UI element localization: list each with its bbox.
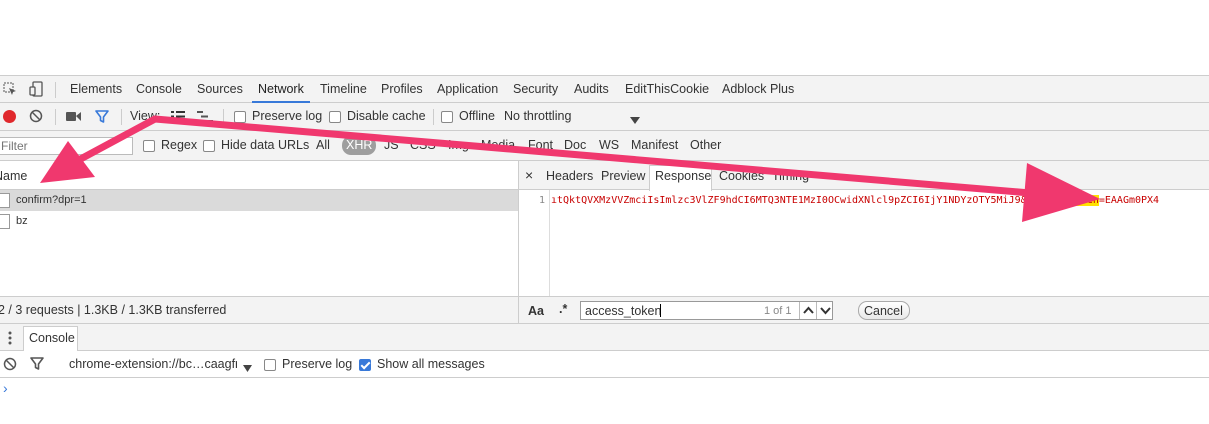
annotation-arrows <box>40 115 1100 222</box>
annotation-arrow-right <box>151 115 1100 222</box>
annotation-arrow-left <box>40 115 159 183</box>
